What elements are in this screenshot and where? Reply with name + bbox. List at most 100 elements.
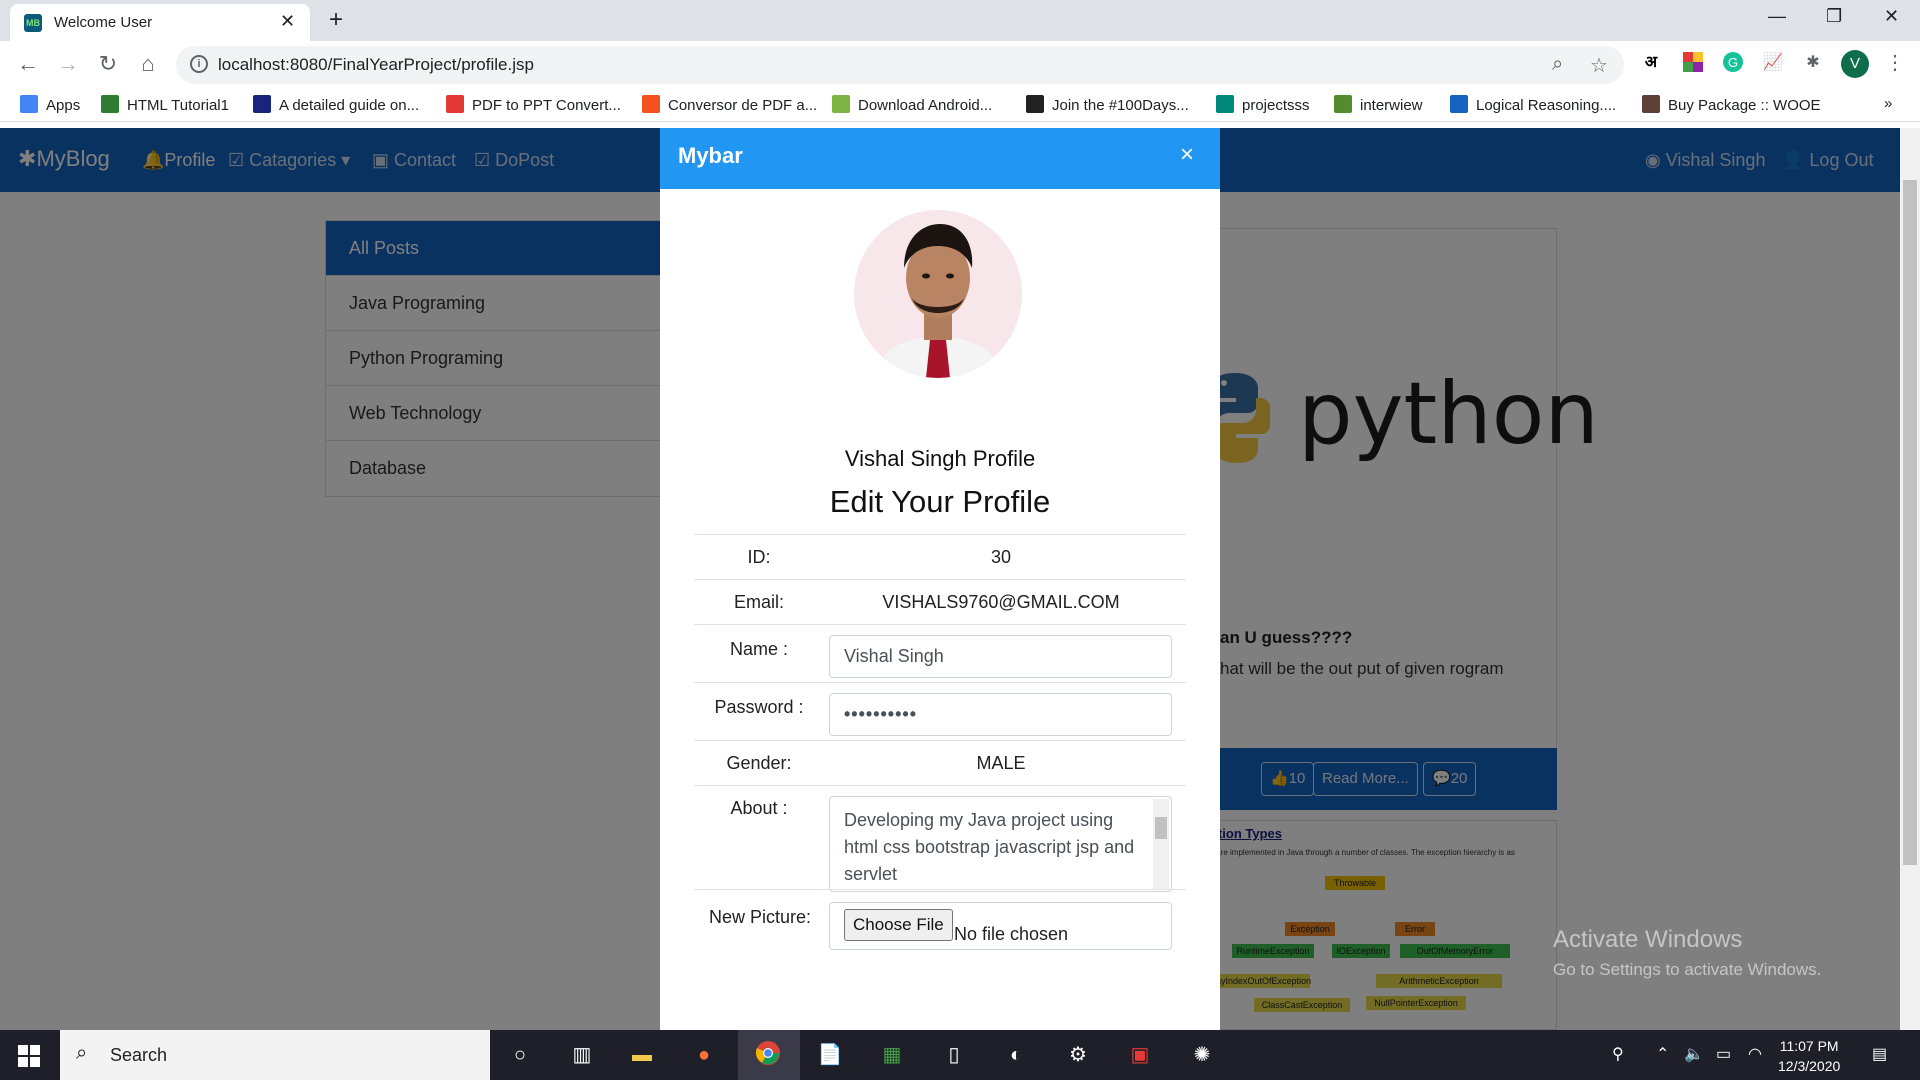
site-info-icon[interactable]: i bbox=[190, 55, 208, 73]
password-label: Password : bbox=[714, 697, 804, 717]
volume-icon[interactable]: 🔈 bbox=[1684, 1044, 1704, 1064]
browser-tab-bar: MB Welcome User ✕ + — ❐ ✕ bbox=[0, 0, 1920, 41]
bookmark-item[interactable]: Join the #100Days... bbox=[1026, 95, 1189, 114]
forward-arrow-icon[interactable]: → bbox=[54, 51, 82, 77]
address-bar[interactable]: i localhost:8080/FinalYearProject/profil… bbox=[176, 46, 1624, 84]
cortana-icon[interactable]: ○ bbox=[504, 1040, 536, 1070]
minimize-icon[interactable]: — bbox=[1768, 6, 1786, 27]
wifi-icon[interactable]: ◠ bbox=[1748, 1044, 1762, 1064]
settings-app-icon[interactable]: ✺ bbox=[1186, 1040, 1218, 1070]
installer-app-icon[interactable]: ▯ bbox=[938, 1040, 970, 1070]
url-text[interactable]: localhost:8080/FinalYearProject/profile.… bbox=[218, 55, 534, 75]
document-app-icon[interactable]: 📄 bbox=[814, 1040, 846, 1070]
file-status: No file chosen bbox=[954, 924, 1069, 944]
browser-tab[interactable]: MB Welcome User ✕ bbox=[10, 4, 310, 41]
notifications-icon[interactable]: ▤ bbox=[1872, 1044, 1887, 1064]
analytics-extension-icon[interactable]: 📈 bbox=[1762, 52, 1784, 74]
windows-start-icon[interactable] bbox=[18, 1045, 40, 1067]
profile-avatar[interactable]: V bbox=[1841, 50, 1869, 78]
email-value: VISHALS9760@GMAIL.COM bbox=[882, 592, 1120, 612]
choose-file-button[interactable]: Choose File bbox=[844, 909, 953, 941]
profile-modal: Mybar × Vishal Singh Profile Edit Your P… bbox=[660, 128, 1220, 1030]
bookmark-item[interactable]: Conversor de PDF a... bbox=[642, 95, 817, 114]
zoom-icon[interactable]: ⌕ bbox=[1552, 53, 1563, 76]
picture-label: New Picture: bbox=[708, 907, 812, 927]
password-input[interactable]: •••••••••• bbox=[829, 693, 1172, 736]
new-tab-icon[interactable]: + bbox=[320, 7, 352, 35]
more-bookmarks-icon[interactable]: » bbox=[1884, 95, 1892, 112]
steam-icon[interactable]: ⚙ bbox=[1062, 1040, 1094, 1070]
tab-title: Welcome User bbox=[54, 14, 153, 31]
file-explorer-icon[interactable]: ▬ bbox=[626, 1040, 658, 1070]
firefox-icon[interactable]: ● bbox=[688, 1040, 720, 1070]
picture-row: New Picture: Choose File No file chosen bbox=[694, 889, 1186, 969]
bookmark-favicon-icon bbox=[1216, 95, 1234, 113]
about-textarea[interactable]: Developing my Java project using html cs… bbox=[829, 796, 1172, 892]
page-scrollbar[interactable] bbox=[1900, 128, 1920, 1030]
site-favicon-icon: MB bbox=[24, 14, 42, 32]
bookmark-favicon-icon bbox=[1450, 95, 1468, 113]
gender-row: Gender: MALE bbox=[694, 740, 1186, 785]
extensions-puzzle-icon[interactable]: ✱ bbox=[1802, 52, 1824, 74]
browser-menu-icon[interactable]: ⋮ bbox=[1884, 52, 1906, 74]
home-icon[interactable]: ⌂ bbox=[134, 51, 162, 77]
back-arrow-icon[interactable]: ← bbox=[14, 51, 42, 77]
system-clock[interactable]: 11:07 PM 12/3/2020 bbox=[1778, 1036, 1840, 1076]
apps-grid-icon bbox=[20, 95, 38, 113]
email-label: Email: bbox=[733, 592, 784, 612]
eclipse-icon[interactable]: ◐ bbox=[1000, 1040, 1032, 1070]
activate-windows-title: Activate Windows bbox=[1553, 926, 1743, 953]
modal-header: Mybar × bbox=[660, 128, 1220, 189]
bookmarks-bar: Apps HTML Tutorial1 A detailed guide on.… bbox=[0, 88, 1920, 122]
bookmark-favicon-icon bbox=[253, 95, 271, 113]
name-input[interactable]: Vishal Singh bbox=[829, 635, 1172, 678]
password-row: Password : •••••••••• bbox=[694, 682, 1186, 740]
people-icon[interactable]: ⚲ bbox=[1612, 1044, 1624, 1064]
spreadsheet-app-icon[interactable]: ▦ bbox=[876, 1040, 908, 1070]
email-row: Email: VISHALS9760@GMAIL.COM bbox=[694, 579, 1186, 624]
color-extension-icon[interactable] bbox=[1682, 52, 1704, 74]
name-label: Name : bbox=[729, 639, 789, 659]
task-view-icon[interactable]: ▥ bbox=[566, 1040, 598, 1070]
file-input[interactable]: Choose File No file chosen bbox=[829, 902, 1172, 950]
page-scroll-thumb[interactable] bbox=[1903, 180, 1917, 865]
id-row: ID: 30 bbox=[694, 534, 1186, 579]
modal-title: Mybar bbox=[678, 143, 743, 168]
grammarly-icon[interactable]: G bbox=[1722, 52, 1744, 74]
bookmark-item[interactable]: projectsss bbox=[1216, 95, 1310, 114]
about-label: About : bbox=[730, 798, 788, 818]
bookmark-item[interactable]: Logical Reasoning.... bbox=[1450, 95, 1616, 114]
id-value: 30 bbox=[990, 547, 1012, 567]
pdf-app-icon[interactable]: ▣ bbox=[1124, 1040, 1156, 1070]
id-label: ID: bbox=[747, 547, 771, 567]
android-icon bbox=[832, 95, 850, 113]
web-page: ✱MyBlog 🔔Profile ☑ Catagories ▾ ▣ Contac… bbox=[0, 128, 1900, 1030]
bookmark-item[interactable]: Apps bbox=[20, 95, 80, 114]
browser-toolbar: ← → ↻ ⌂ i localhost:8080/FinalYearProjec… bbox=[0, 41, 1920, 88]
taskbar-search[interactable]: ⌕ Search bbox=[60, 1030, 490, 1080]
bookmark-item[interactable]: HTML Tutorial1 bbox=[101, 95, 229, 114]
bookmark-item[interactable]: Download Android... bbox=[832, 95, 992, 114]
battery-icon[interactable]: ▭ bbox=[1716, 1044, 1731, 1064]
bookmark-favicon-icon bbox=[446, 95, 464, 113]
translate-extension-icon[interactable]: अ bbox=[1640, 52, 1662, 74]
restore-icon[interactable]: ❐ bbox=[1826, 6, 1842, 27]
bookmark-item[interactable]: Buy Package :: WOOE bbox=[1642, 95, 1821, 114]
textarea-scrollbar[interactable] bbox=[1153, 799, 1169, 889]
show-hidden-icons[interactable]: ⌃ bbox=[1656, 1044, 1669, 1064]
bookmark-favicon-icon bbox=[101, 95, 119, 113]
reload-icon[interactable]: ↻ bbox=[94, 51, 122, 77]
window-close-icon[interactable]: ✕ bbox=[1884, 6, 1899, 27]
bookmark-item[interactable]: A detailed guide on... bbox=[253, 95, 419, 114]
bookmark-star-icon[interactable]: ☆ bbox=[1590, 53, 1608, 78]
textarea-scroll-thumb[interactable] bbox=[1155, 817, 1167, 839]
tab-close-icon[interactable]: ✕ bbox=[280, 11, 295, 32]
bookmark-item[interactable]: interwiew bbox=[1334, 95, 1423, 114]
bookmark-favicon-icon bbox=[1642, 95, 1660, 113]
name-row: Name : Vishal Singh bbox=[694, 624, 1186, 682]
activate-windows-subtitle: Go to Settings to activate Windows. bbox=[1553, 960, 1822, 979]
profile-heading: Vishal Singh Profile bbox=[844, 446, 1036, 471]
bookmark-item[interactable]: PDF to PPT Convert... bbox=[446, 95, 621, 114]
modal-close-icon[interactable]: × bbox=[1180, 141, 1194, 169]
chrome-icon[interactable] bbox=[752, 1040, 784, 1070]
